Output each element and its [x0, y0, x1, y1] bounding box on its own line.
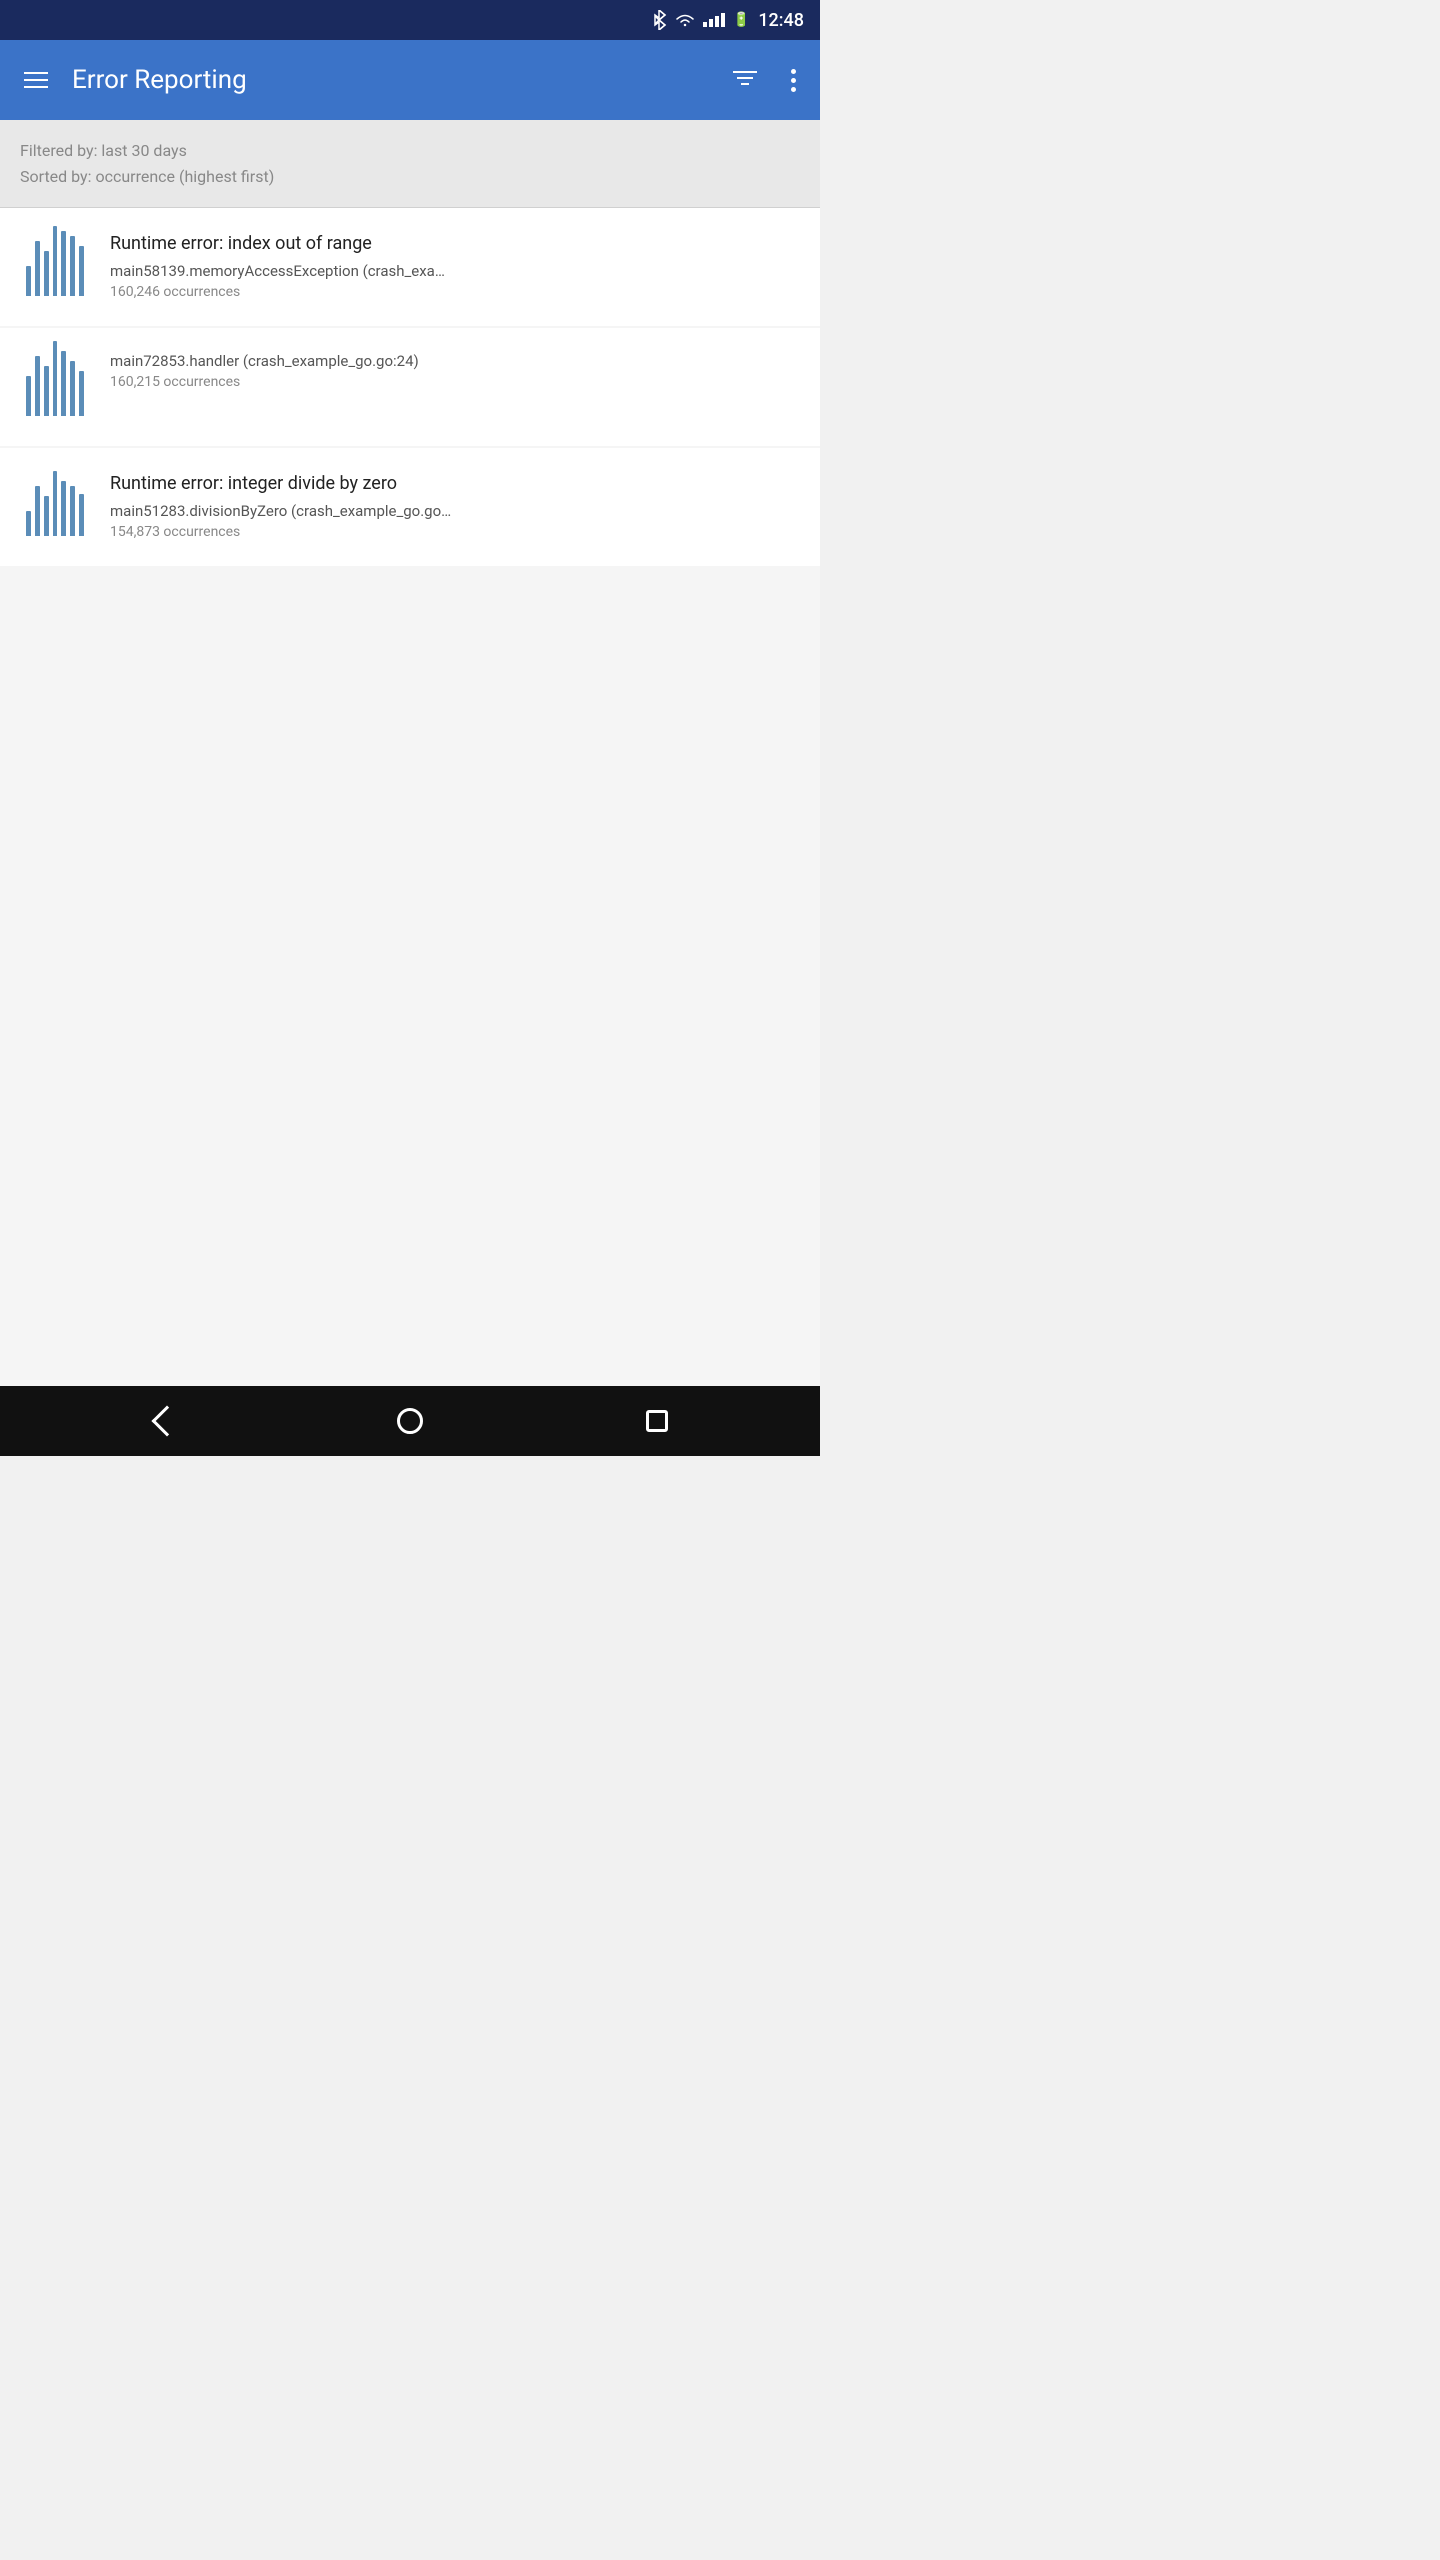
error-subtitle-3: main51283.divisionByZero (crash_example_… — [110, 502, 800, 520]
filter-line2: Sorted by: occurrence (highest first) — [20, 164, 800, 190]
bluetooth-icon — [651, 10, 667, 30]
back-icon — [152, 1405, 183, 1436]
more-options-button[interactable] — [783, 65, 804, 96]
battery-icon: 🔋 — [733, 12, 750, 28]
error-content-2: main72853.handler (crash_example_go.go:2… — [110, 352, 800, 390]
error-list: Runtime error: index out of range main58… — [0, 208, 820, 1386]
filter-banner: Filtered by: last 30 days Sorted by: occ… — [0, 120, 820, 208]
menu-button[interactable] — [16, 64, 56, 96]
error-subtitle-2: main72853.handler (crash_example_go.go:2… — [110, 352, 800, 370]
signal-icon — [703, 13, 725, 27]
error-title-1: Runtime error: index out of range — [110, 232, 800, 255]
recents-icon — [646, 1410, 668, 1432]
error-occurrences-3: 154,873 occurrences — [110, 524, 800, 540]
nav-recents-button[interactable] — [632, 1396, 682, 1446]
page-title: Error Reporting — [72, 65, 707, 95]
error-item-2[interactable]: main72853.handler (crash_example_go.go:2… — [0, 328, 820, 446]
error-content-1: Runtime error: index out of range main58… — [110, 232, 800, 299]
home-icon — [397, 1408, 423, 1434]
nav-back-button[interactable] — [138, 1396, 188, 1446]
nav-bar — [0, 1386, 820, 1456]
error-item-3[interactable]: Runtime error: integer divide by zero ma… — [0, 448, 820, 566]
error-chart-2 — [20, 352, 90, 422]
error-chart-1 — [20, 232, 90, 302]
filter-line1: Filtered by: last 30 days — [20, 138, 800, 164]
wifi-icon — [675, 12, 695, 28]
error-occurrences-2: 160,215 occurrences — [110, 374, 800, 390]
error-item-1[interactable]: Runtime error: index out of range main58… — [0, 208, 820, 326]
filter-icon — [731, 68, 759, 92]
status-bar: 🔋 12:48 — [0, 0, 820, 40]
status-icons: 🔋 12:48 — [651, 10, 804, 31]
error-content-3: Runtime error: integer divide by zero ma… — [110, 472, 800, 539]
error-subtitle-1: main58139.memoryAccessException (crash_e… — [110, 262, 800, 280]
error-chart-3 — [20, 472, 90, 542]
error-title-3: Runtime error: integer divide by zero — [110, 472, 800, 495]
nav-home-button[interactable] — [385, 1396, 435, 1446]
empty-space — [0, 568, 820, 968]
app-bar: Error Reporting — [0, 40, 820, 120]
filter-button[interactable] — [723, 60, 767, 100]
error-occurrences-1: 160,246 occurrences — [110, 284, 800, 300]
status-time: 12:48 — [758, 10, 804, 31]
